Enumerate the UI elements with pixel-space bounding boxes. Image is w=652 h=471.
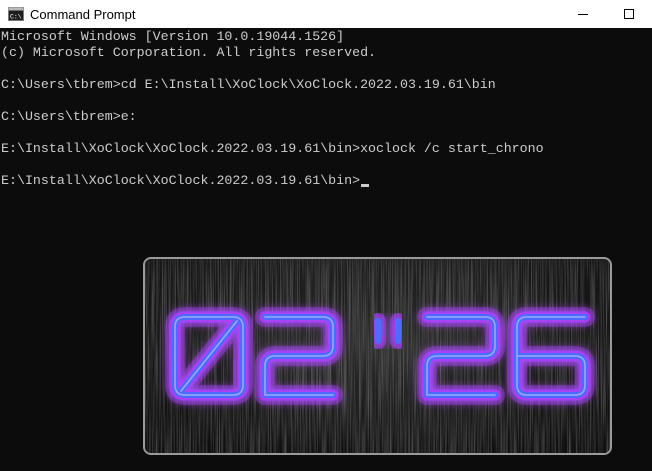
console-line: Microsoft Windows [Version 10.0.19044.15… xyxy=(1,29,345,44)
console-line: (c) Microsoft Corporation. All rights re… xyxy=(1,45,377,60)
console-line: E:\Install\XoClock\XoClock.2022.03.19.61… xyxy=(1,141,544,156)
title-bar[interactable]: C:\ Command Prompt xyxy=(0,0,652,28)
chrono-separator xyxy=(370,313,406,349)
digit-2 xyxy=(417,307,505,405)
chrono-seconds xyxy=(417,307,595,405)
console-line: C:\Users\tbrem>cd E:\Install\XoClock\XoC… xyxy=(1,77,496,92)
digit-6 xyxy=(507,307,595,405)
digit-highlight xyxy=(264,316,334,396)
maximize-icon xyxy=(624,9,634,19)
minimize-button[interactable] xyxy=(560,0,606,28)
cmd-app-icon: C:\ xyxy=(8,7,24,21)
chrono-minutes xyxy=(165,307,343,405)
minimize-icon xyxy=(578,14,588,15)
maximize-button[interactable] xyxy=(606,0,652,28)
digit-0 xyxy=(165,307,253,405)
prompt-text: E:\Install\XoClock\XoClock.2022.03.19.61… xyxy=(1,173,361,188)
svg-text:C:\: C:\ xyxy=(10,14,22,21)
window-title: Command Prompt xyxy=(30,6,136,22)
console-line: C:\Users\tbrem>e: xyxy=(1,109,137,124)
prompt-line: E:\Install\XoClock\XoClock.2022.03.19.61… xyxy=(1,173,370,189)
command-prompt-window: C:\ Command Prompt Microsoft Windows [Ve… xyxy=(0,0,652,471)
window-controls xyxy=(560,0,652,28)
digit-highlight xyxy=(426,316,496,396)
digit-2 xyxy=(255,307,343,405)
underscore-cursor xyxy=(361,184,370,187)
chrono-display xyxy=(165,307,595,405)
digit-highlight xyxy=(516,316,586,396)
xoclock-chrono-window[interactable] xyxy=(143,257,612,455)
